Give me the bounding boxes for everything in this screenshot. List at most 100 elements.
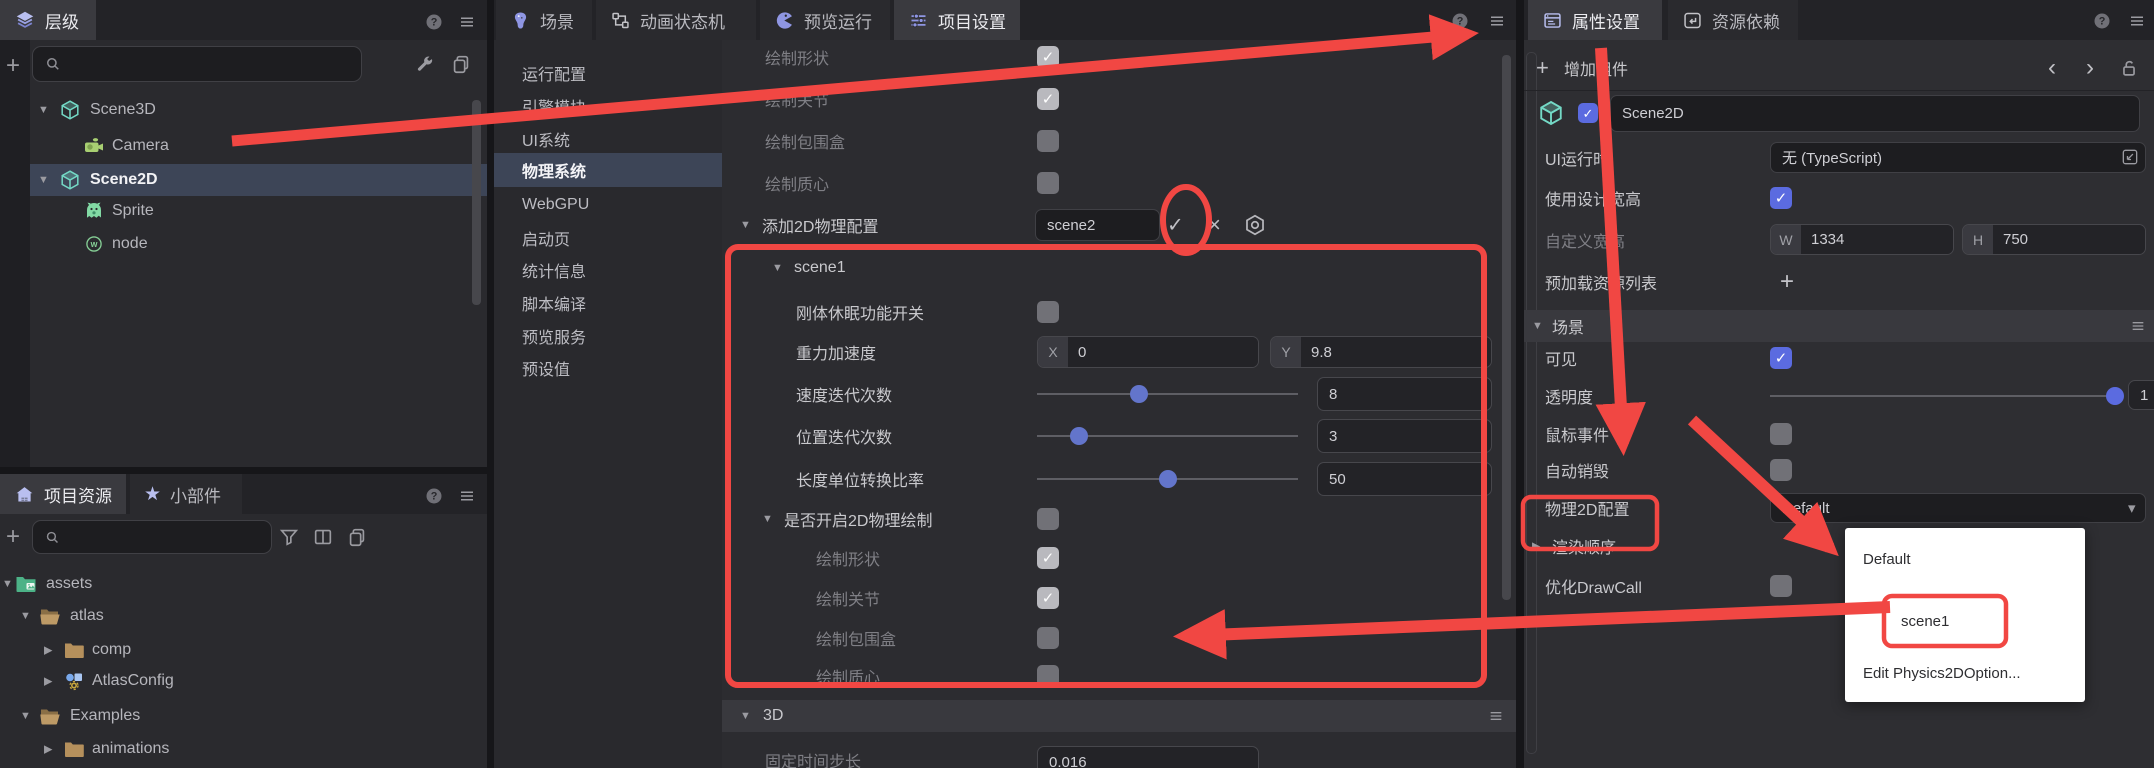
expander-scene2d[interactable]: ▼: [38, 174, 49, 186]
help-icon[interactable]: [424, 486, 444, 506]
expander-scene3d[interactable]: ▼: [38, 104, 49, 116]
menu-item-default[interactable]: Default: [1845, 542, 2085, 576]
gravity-y-value[interactable]: 9.8: [1301, 337, 1491, 367]
slider-knob[interactable]: [2106, 387, 2124, 405]
asset-item-assets[interactable]: assets: [46, 575, 92, 593]
tab-widgets[interactable]: ★ 小部件: [130, 474, 242, 514]
asset-item-atlas[interactable]: atlas: [70, 607, 104, 625]
height-field[interactable]: H 750: [1962, 224, 2146, 255]
position-iter-slider[interactable]: [1037, 435, 1298, 437]
node-name-input[interactable]: Scene2D: [1610, 95, 2140, 132]
preload-add-button[interactable]: +: [1780, 268, 1794, 296]
lock-icon[interactable]: [2118, 57, 2140, 79]
columns-icon[interactable]: [312, 526, 334, 548]
draw-bounds-checkbox[interactable]: ✓: [1037, 130, 1059, 152]
hierarchy-search-input[interactable]: [32, 46, 362, 82]
help-icon[interactable]: [1450, 11, 1470, 31]
menu-item-edit-physics2doption[interactable]: Edit Physics2DOption...: [1845, 656, 2085, 690]
expander-add-2d-config[interactable]: ▼: [740, 219, 751, 231]
new-config-name-input[interactable]: scene2: [1035, 209, 1160, 241]
tab-properties[interactable]: 属性设置: [1528, 0, 1662, 40]
filter-icon[interactable]: [278, 526, 300, 548]
width-field[interactable]: W 1334: [1770, 224, 1954, 255]
visible-checkbox[interactable]: ✓: [1770, 347, 1792, 369]
expander-render-order[interactable]: ▶: [1532, 540, 1540, 553]
menu-icon[interactable]: [2128, 12, 2146, 30]
asset-item-animations[interactable]: animations: [92, 740, 169, 758]
slider-knob[interactable]: [1130, 385, 1148, 403]
debug-draw-bounds-checkbox[interactable]: ✓: [1037, 627, 1059, 649]
tree-item-sprite[interactable]: Sprite: [112, 202, 154, 220]
optimize-drawcall-checkbox[interactable]: ✓: [1770, 575, 1792, 597]
tab-scene[interactable]: 场景: [496, 0, 592, 40]
nav-statistics[interactable]: 统计信息: [494, 253, 722, 286]
expander-scene-section[interactable]: ▼: [1532, 320, 1543, 332]
cancel-icon[interactable]: ×: [1208, 212, 1221, 238]
nav-forward-icon[interactable]: ›: [2086, 54, 2094, 82]
nav-back-icon[interactable]: ‹: [2048, 54, 2056, 82]
asset-item-atlasconfig[interactable]: AtlasConfig: [92, 672, 174, 690]
sleep-toggle-checkbox[interactable]: ✓: [1037, 301, 1059, 323]
wrench-icon[interactable]: [414, 53, 436, 75]
tab-preview-run[interactable]: 预览运行: [760, 0, 890, 40]
width-value[interactable]: 1334: [1801, 225, 1953, 254]
menu-icon[interactable]: [1488, 708, 1504, 724]
menu-icon[interactable]: [2130, 318, 2146, 334]
tree-item-node[interactable]: node: [112, 235, 148, 253]
draw-centroid-checkbox[interactable]: ✓: [1037, 172, 1059, 194]
auto-destroy-checkbox[interactable]: ✓: [1770, 459, 1792, 481]
expander-atlasconfig[interactable]: ▶: [44, 675, 52, 688]
debug-draw-centroid-checkbox[interactable]: ✓: [1037, 665, 1059, 687]
menu-icon[interactable]: [458, 13, 476, 31]
help-icon[interactable]: [424, 12, 444, 32]
expander-atlas[interactable]: ▼: [20, 610, 31, 622]
menu-item-scene1[interactable]: scene1: [1845, 604, 2085, 638]
expander-comp[interactable]: ▶: [44, 644, 52, 657]
ui-runtime-field[interactable]: 无 (TypeScript): [1770, 142, 2146, 173]
expander-assets[interactable]: ▼: [2, 578, 13, 590]
nav-webgpu[interactable]: WebGPU: [494, 188, 722, 221]
scene-section-bar[interactable]: ▼ 场景: [1524, 310, 2154, 342]
help-icon[interactable]: [2092, 11, 2112, 31]
draw-shape-checkbox[interactable]: ✓: [1037, 46, 1059, 68]
draw-joint-checkbox[interactable]: ✓: [1037, 88, 1059, 110]
asset-item-comp[interactable]: comp: [92, 641, 131, 659]
assets-search-input[interactable]: [32, 520, 272, 554]
height-value[interactable]: 750: [1993, 225, 2145, 254]
tab-project-settings[interactable]: 项目设置: [894, 0, 1020, 40]
alpha-slider[interactable]: [1770, 395, 2115, 397]
tab-dependencies[interactable]: 资源依赖: [1668, 0, 1798, 40]
add-asset-button[interactable]: +: [6, 523, 20, 551]
nav-engine-modules[interactable]: 引擎模块: [494, 89, 722, 122]
nav-physics-system[interactable]: 物理系统: [494, 153, 722, 187]
tab-project-resources[interactable]: 项目资源: [0, 474, 126, 514]
expander-animations[interactable]: ▶: [44, 743, 52, 756]
fixed-timestep-value[interactable]: 0.016: [1037, 746, 1259, 768]
slider-knob[interactable]: [1070, 427, 1088, 445]
expander-scene1[interactable]: ▼: [772, 262, 783, 274]
config-gear-icon[interactable]: [1242, 212, 1268, 238]
nav-start-page[interactable]: 启动页: [494, 221, 722, 254]
use-design-size-checkbox[interactable]: ✓: [1770, 187, 1792, 209]
node-active-checkbox[interactable]: ✓: [1578, 103, 1598, 123]
mouse-checkbox[interactable]: ✓: [1770, 423, 1792, 445]
settings-scrollbar[interactable]: [1502, 55, 1511, 600]
copy-icon[interactable]: [450, 53, 472, 75]
nav-script-compile[interactable]: 脚本编译: [494, 286, 722, 319]
debug-draw-shape-checkbox[interactable]: ✓: [1037, 547, 1059, 569]
unit-ratio-slider[interactable]: [1037, 478, 1298, 480]
position-iter-value[interactable]: 3: [1317, 419, 1492, 453]
debug-draw-joint-checkbox[interactable]: ✓: [1037, 587, 1059, 609]
add-node-button[interactable]: +: [6, 52, 20, 80]
velocity-iter-slider[interactable]: [1037, 393, 1298, 395]
gravity-x-value[interactable]: 0: [1068, 337, 1258, 367]
hierarchy-scrollbar[interactable]: [472, 100, 481, 305]
scroll-track[interactable]: [1526, 52, 1537, 754]
tab-hierarchy[interactable]: 层级: [0, 0, 96, 40]
tab-anim-state-machine[interactable]: 动画状态机: [596, 0, 756, 40]
asset-item-examples[interactable]: Examples: [70, 707, 140, 725]
section-3d-bar[interactable]: ▼ 3D: [722, 700, 1516, 732]
physics2d-config-dropdown[interactable]: Default: [1770, 493, 2146, 523]
confirm-icon[interactable]: ✓: [1167, 213, 1184, 238]
expander-3d[interactable]: ▼: [740, 710, 751, 722]
